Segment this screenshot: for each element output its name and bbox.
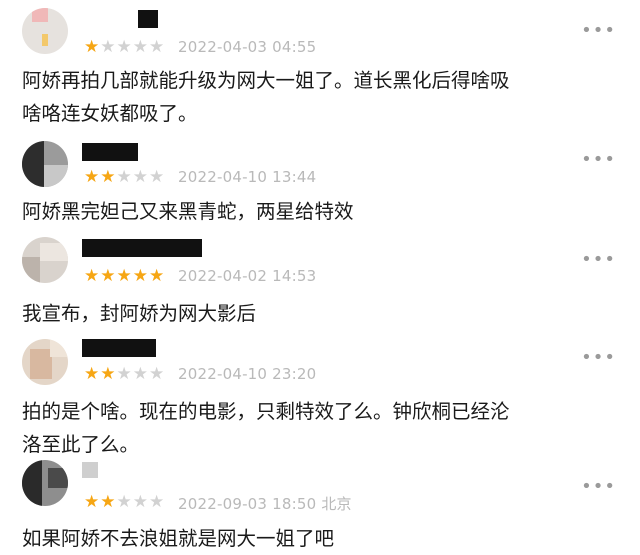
rating-stars: ★ ★ ★ ★ ★ <box>84 39 164 56</box>
star-icon: ★ <box>149 37 165 57</box>
review-item: ★ ★ ★ ★ ★ 2022-04-10 13:44 ••• 阿娇黑完妲己又来黑… <box>0 135 640 235</box>
username-mask[interactable] <box>82 339 156 357</box>
review-text: 阿娇再拍几部就能升级为网大一姐了。道长黑化后得啥吸 啥咯连女妖都吸了。 <box>22 64 620 130</box>
star-icon: ★ <box>149 167 165 187</box>
star-icon: ★ <box>149 492 165 512</box>
review-item: ★ ★ ★ ★ ★ 2022-04-03 04:55 ••• 阿娇再拍几部就能升… <box>0 0 640 135</box>
review-item: ★ ★ ★ ★ ★ 2022-04-10 23:20 ••• 拍的是个啥。现在的… <box>0 335 640 460</box>
star-icon: ★ <box>100 492 116 512</box>
star-icon: ★ <box>116 167 132 187</box>
review-text-line: 我宣布，封阿娇为网大影后 <box>22 302 257 325</box>
star-icon: ★ <box>84 492 100 512</box>
review-meta: 2022-04-03 04:55 <box>178 38 316 56</box>
review-datetime: 2022-04-02 14:53 <box>178 267 317 285</box>
review-text-line: 啥咯连女妖都吸了。 <box>22 102 198 125</box>
rating-stars: ★ ★ ★ ★ ★ <box>84 169 164 186</box>
review-text: 我宣布，封阿娇为网大影后 <box>22 297 620 330</box>
avatar[interactable] <box>22 460 68 506</box>
star-icon: ★ <box>132 364 148 384</box>
review-meta: 2022-04-02 14:53 <box>178 267 316 285</box>
star-icon: ★ <box>84 266 100 286</box>
star-icon: ★ <box>100 364 116 384</box>
review-text-line: 如果阿娇不去浪姐就是网大一姐了吧 <box>22 527 335 550</box>
star-icon: ★ <box>116 364 132 384</box>
review-item: ★ ★ ★ ★ ★ 2022-04-02 14:53 ••• 我宣布，封阿娇为网… <box>0 235 640 335</box>
avatar[interactable] <box>22 141 68 187</box>
star-icon: ★ <box>149 266 165 286</box>
star-icon: ★ <box>132 37 148 57</box>
review-meta: 2022-04-10 13:44 <box>178 168 316 186</box>
star-icon: ★ <box>149 364 165 384</box>
star-icon: ★ <box>100 266 116 286</box>
avatar[interactable] <box>22 8 68 54</box>
rating-stars: ★ ★ ★ ★ ★ <box>84 268 164 285</box>
review-text-line: 拍的是个啥。现在的电影，只剩特效了么。钟欣桐已经沦 <box>22 400 510 423</box>
username-mask[interactable] <box>138 10 158 28</box>
review-datetime: 2022-04-03 04:55 <box>178 38 317 56</box>
review-text: 如果阿娇不去浪姐就是网大一姐了吧 <box>22 522 620 555</box>
more-dots-icon[interactable]: ••• <box>581 478 616 496</box>
avatar[interactable] <box>22 237 68 283</box>
review-text: 拍的是个啥。现在的电影，只剩特效了么。钟欣桐已经沦 洛至此了么。 <box>22 395 620 461</box>
review-text-line: 阿娇黑完妲己又来黑青蛇，两星给特效 <box>22 200 354 223</box>
username-mask[interactable] <box>82 462 98 478</box>
rating-stars: ★ ★ ★ ★ ★ <box>84 366 164 383</box>
more-dots-icon[interactable]: ••• <box>581 22 616 40</box>
avatar[interactable] <box>22 339 68 385</box>
username-mask[interactable] <box>82 239 202 257</box>
rating-stars: ★ ★ ★ ★ ★ <box>84 494 164 511</box>
star-icon: ★ <box>132 492 148 512</box>
star-icon: ★ <box>132 266 148 286</box>
more-dots-icon[interactable]: ••• <box>581 251 616 269</box>
star-icon: ★ <box>100 37 116 57</box>
star-icon: ★ <box>132 167 148 187</box>
star-icon: ★ <box>84 364 100 384</box>
review-text-line: 阿娇再拍几部就能升级为网大一姐了。道长黑化后得啥吸 <box>22 69 510 92</box>
review-location: 北京 <box>321 495 352 513</box>
review-meta: 2022-09-03 18:50 北京 <box>178 493 352 514</box>
star-icon: ★ <box>116 266 132 286</box>
username-mask[interactable] <box>82 143 138 161</box>
more-dots-icon[interactable]: ••• <box>581 349 616 367</box>
review-text: 阿娇黑完妲己又来黑青蛇，两星给特效 <box>22 195 620 228</box>
review-text-line: 洛至此了么。 <box>22 433 140 456</box>
review-datetime: 2022-04-10 13:44 <box>178 168 317 186</box>
star-icon: ★ <box>116 492 132 512</box>
review-item: ★ ★ ★ ★ ★ 2022-09-03 18:50 北京 ••• 如果阿娇不去… <box>0 460 640 555</box>
review-datetime: 2022-09-03 18:50 <box>178 495 317 513</box>
review-meta: 2022-04-10 23:20 <box>178 365 316 383</box>
star-icon: ★ <box>84 37 100 57</box>
more-dots-icon[interactable]: ••• <box>581 151 616 169</box>
review-datetime: 2022-04-10 23:20 <box>178 365 317 383</box>
star-icon: ★ <box>116 37 132 57</box>
star-icon: ★ <box>84 167 100 187</box>
star-icon: ★ <box>100 167 116 187</box>
review-list: ★ ★ ★ ★ ★ 2022-04-03 04:55 ••• 阿娇再拍几部就能升… <box>0 0 640 555</box>
